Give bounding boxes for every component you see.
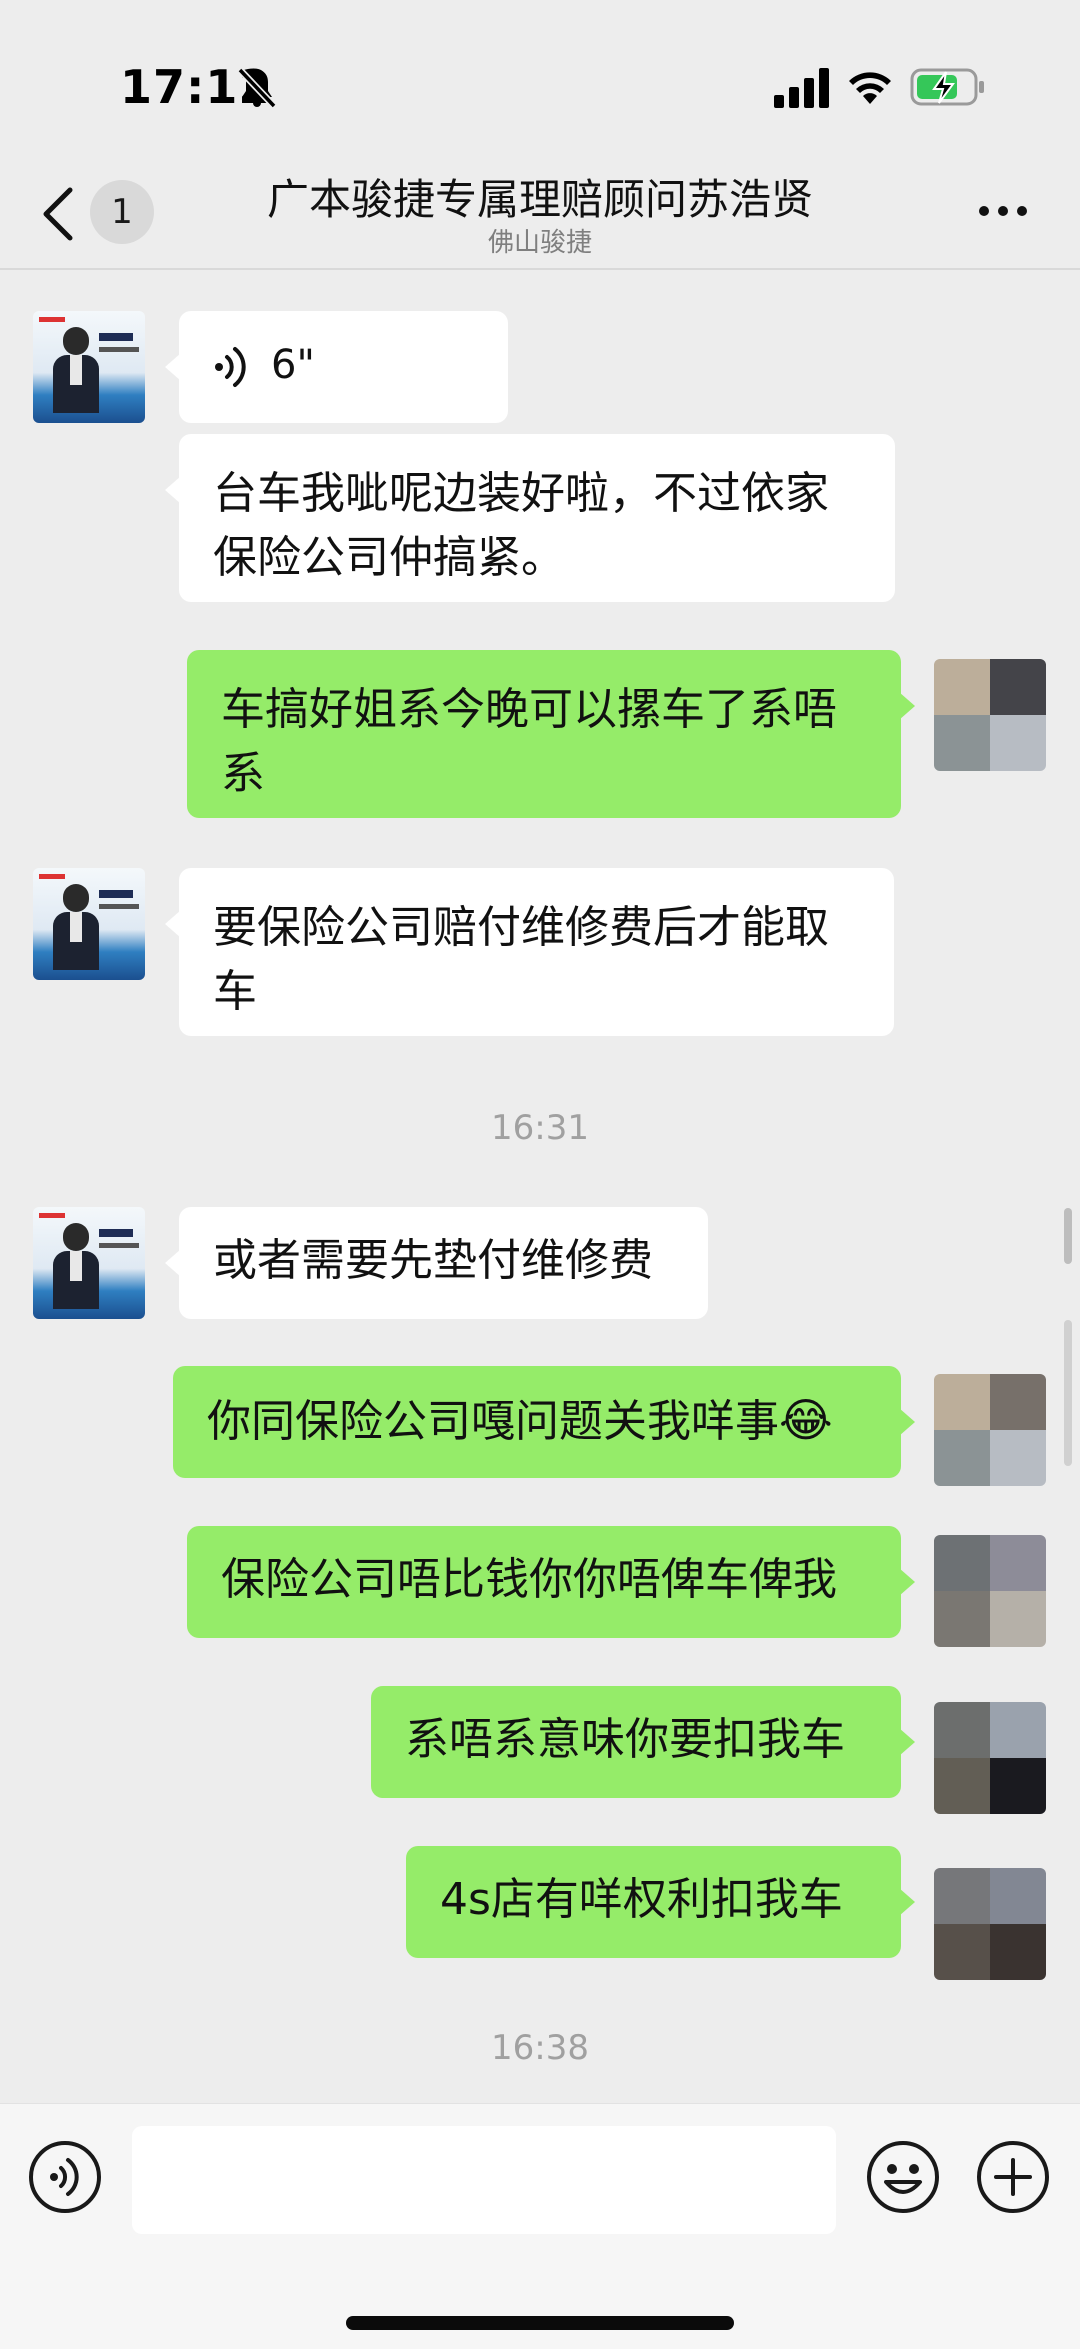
chat-timestamp: 16:31 [491,1108,589,1148]
chat-header: 1 广本骏捷专属理赔顾问苏浩贤 佛山骏捷 [0,150,1080,270]
message-text-line: 系唔系意味你要扣我车 [405,1714,845,1765]
message-text-line: 保险公司唔比钱你你唔俾车俾我 [221,1554,837,1605]
chat-title: 广本骏捷专属理赔顾问苏浩贤 [266,175,813,224]
message-bubble[interactable]: 你同保险公司嘎问题关我咩事😂 [173,1366,915,1478]
contact-avatar[interactable] [33,1207,145,1319]
my-avatar[interactable] [934,1374,1046,1486]
message-text-line: 或者需要先垫付维修费 [213,1235,653,1286]
input-bar [0,2103,1080,2349]
message-text-line: 你同保险公司嘎问题关我咩事 [207,1396,779,1447]
message-text-line: 台车我呲呢边装好啦，不过依家 [213,468,829,519]
battery-charging-icon [910,68,984,106]
voice-wave-icon [215,347,246,387]
message-text-line: 系 [221,748,265,799]
plus-icon[interactable] [976,2140,1050,2214]
contact-avatar[interactable] [33,868,145,980]
message-bubble[interactable]: 保险公司唔比钱你你唔俾车俾我 [187,1526,915,1638]
message-text-line: 车 [213,966,257,1017]
scrollbar-thumb[interactable] [1064,1208,1072,1264]
message-text-line: 保险公司仲搞紧。 [213,532,565,583]
message-bubble[interactable]: 4s店有咩权利扣我车 [406,1846,915,1958]
message-bubble[interactable]: 或者需要先垫付维修费 [165,1207,708,1319]
cellular-signal-icon [774,68,829,108]
emoji-icon[interactable] [866,2140,940,2214]
home-indicator[interactable] [346,2316,734,2330]
message-bubble[interactable]: 要保险公司赔付维修费后才能取 车 [165,868,894,1036]
my-avatar[interactable] [934,1535,1046,1647]
contact-avatar[interactable] [33,311,145,423]
message-input[interactable] [132,2126,836,2234]
message-text-line: 要保险公司赔付维修费后才能取 [213,902,829,953]
chat-subtitle: 佛山骏捷 [487,228,592,258]
status-bar: 17:12 [0,0,1080,150]
more-icon[interactable] [978,204,1028,218]
laughing-emoji: 😂 [779,1393,833,1447]
wifi-icon [849,72,891,104]
message-bubble[interactable]: 车搞好姐系今晚可以摞车了系唔 系 [187,650,915,818]
bell-slash-icon [237,67,277,109]
my-avatar[interactable] [934,1868,1046,1980]
my-avatar[interactable] [934,659,1046,771]
message-bubble[interactable]: 系唔系意味你要扣我车 [371,1686,915,1798]
chat-timestamp: 16:38 [491,2028,589,2068]
voice-message[interactable]: 6" [165,311,508,423]
message-bubble[interactable]: 台车我呲呢边装好啦，不过依家 保险公司仲搞紧。 [165,434,895,602]
my-avatar[interactable] [934,1702,1046,1814]
message-text-line: 4s店有咩权利扣我车 [440,1874,843,1925]
scrollbar-track [1064,1320,1072,1466]
voice-input-icon[interactable] [28,2140,102,2214]
message-text-line: 车搞好姐系今晚可以摞车了系唔 [221,684,837,735]
voice-duration: 6" [271,342,315,388]
